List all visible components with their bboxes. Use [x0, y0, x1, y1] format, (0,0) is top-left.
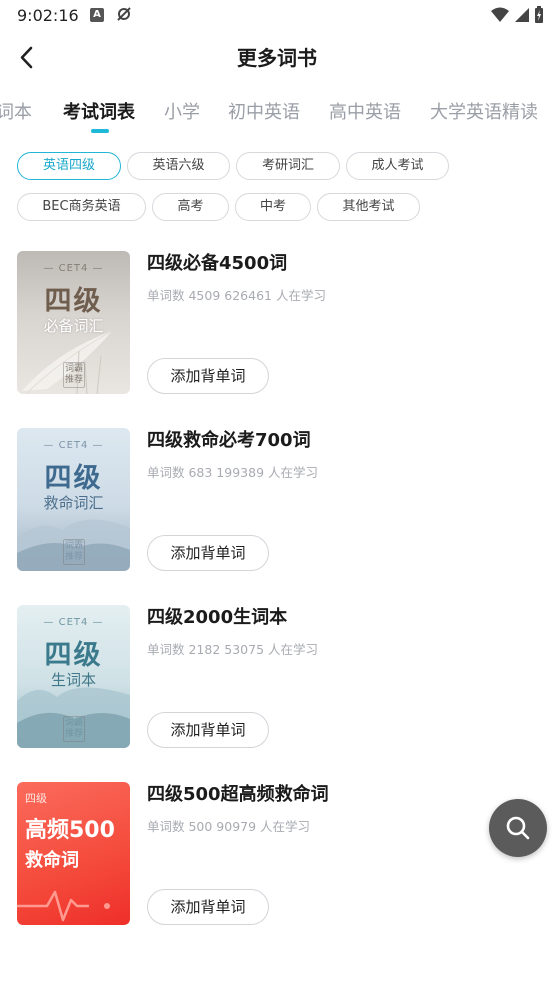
tab-primary-school[interactable]: 小学: [164, 98, 200, 124]
book-cover[interactable]: — CET4 — 四级 救命词汇 词霸推荐: [17, 428, 130, 571]
chip-other-exams[interactable]: 其他考试: [317, 193, 420, 221]
signal-icon: [515, 8, 529, 22]
filter-chips: 英语四级 英语六级 考研词汇 成人考试 BEC商务英语 高考 中考 其他考试: [0, 152, 554, 224]
tab-senior-english[interactable]: 高中英语: [329, 98, 401, 124]
cover-subtitle: 生词本: [50, 671, 96, 689]
add-to-study-button[interactable]: 添加背单词: [147, 712, 269, 748]
cover-tag: — CET4 —: [43, 440, 104, 451]
search-icon: [506, 816, 530, 840]
tab-junior-english[interactable]: 初中英语: [228, 98, 300, 124]
book-title[interactable]: 四级救命必考700词: [147, 426, 311, 452]
active-tab-indicator: [91, 129, 109, 133]
tab-exam-words[interactable]: 考试词表: [63, 98, 135, 124]
chip-cet6[interactable]: 英语六级: [127, 152, 230, 180]
heartbeat-icon: [17, 890, 110, 922]
chip-gaokao[interactable]: 高考: [152, 193, 229, 221]
cover-subtitle: 救命词汇: [43, 494, 104, 512]
cover-stamp: 词霸推荐: [63, 716, 85, 742]
status-bar: 9:02:16 A: [0, 0, 554, 32]
status-right-icons: [490, 6, 544, 24]
add-to-study-button[interactable]: 添加背单词: [147, 889, 269, 925]
cover-tag: — CET4 —: [43, 263, 104, 274]
book-title[interactable]: 四级500超高频救命词: [147, 780, 329, 806]
add-to-study-button[interactable]: 添加背单词: [147, 535, 269, 571]
chip-cet4[interactable]: 英语四级: [17, 152, 121, 180]
book-meta: 单词数 683 199389 人在学习: [147, 465, 318, 480]
status-time: 9:02:16: [17, 6, 79, 25]
battery-charging-icon: [535, 6, 543, 23]
book-item[interactable]: 四级 高频500 救命词 四级500超高频救命词 单词数 500 90979 人…: [0, 782, 554, 926]
book-title[interactable]: 四级必备4500词: [147, 249, 287, 275]
tab-college-english[interactable]: 大学英语精读: [430, 98, 538, 124]
book-item[interactable]: — CET4 — 四级 生词本 词霸推荐 四级2000生词本 单词数 2182 …: [0, 605, 554, 749]
cover-heading: 高频500: [25, 818, 115, 843]
cover-tag: 四级: [25, 792, 47, 805]
top-app-bar: 更多词书: [0, 34, 554, 80]
tab-vocab-list[interactable]: 词本: [0, 98, 32, 124]
chip-postgraduate[interactable]: 考研词汇: [236, 152, 340, 180]
cover-stamp: 词霸推荐: [63, 539, 85, 565]
book-cover[interactable]: — CET4 — 四级 生词本 词霸推荐: [17, 605, 130, 748]
no-sync-icon: [117, 7, 131, 21]
cover-subtitle: 必备词汇: [43, 317, 104, 335]
wifi-icon: [491, 7, 509, 22]
book-item[interactable]: — CET4 — 四级 救命词汇 词霸推荐 四级救命必考700词 单词数 683…: [0, 428, 554, 572]
book-meta: 单词数 500 90979 人在学习: [147, 819, 311, 834]
book-title[interactable]: 四级2000生词本: [147, 603, 287, 629]
book-item[interactable]: — CET4 — 四级 必备词汇 词霸推荐 四级必备4500词 单词数 4509…: [0, 251, 554, 395]
category-tabs: 词本 考试词表 小学 初中英语 高中英语 大学英语精读: [0, 96, 554, 136]
cover-tag: — CET4 —: [43, 617, 104, 628]
cover-heading: 四级: [44, 286, 103, 317]
cover-stamp: 词霸推荐: [63, 362, 85, 388]
chip-zhongkao[interactable]: 中考: [235, 193, 311, 221]
notification-a-icon: A: [90, 8, 104, 22]
chip-adult-exam[interactable]: 成人考试: [346, 152, 449, 180]
cover-heading: 四级: [44, 640, 103, 671]
add-to-study-button[interactable]: 添加背单词: [147, 358, 269, 394]
cover-heading: 四级: [44, 463, 103, 494]
cover-subtitle: 救命词: [25, 850, 79, 871]
book-cover[interactable]: — CET4 — 四级 必备词汇 词霸推荐: [17, 251, 130, 394]
book-cover[interactable]: 四级 高频500 救命词: [17, 782, 130, 925]
book-meta: 单词数 2182 53075 人在学习: [147, 642, 318, 657]
page-title: 更多词书: [237, 46, 317, 70]
book-meta: 单词数 4509 626461 人在学习: [147, 288, 326, 303]
search-fab-button[interactable]: [489, 799, 547, 857]
chip-bec[interactable]: BEC商务英语: [17, 193, 146, 221]
